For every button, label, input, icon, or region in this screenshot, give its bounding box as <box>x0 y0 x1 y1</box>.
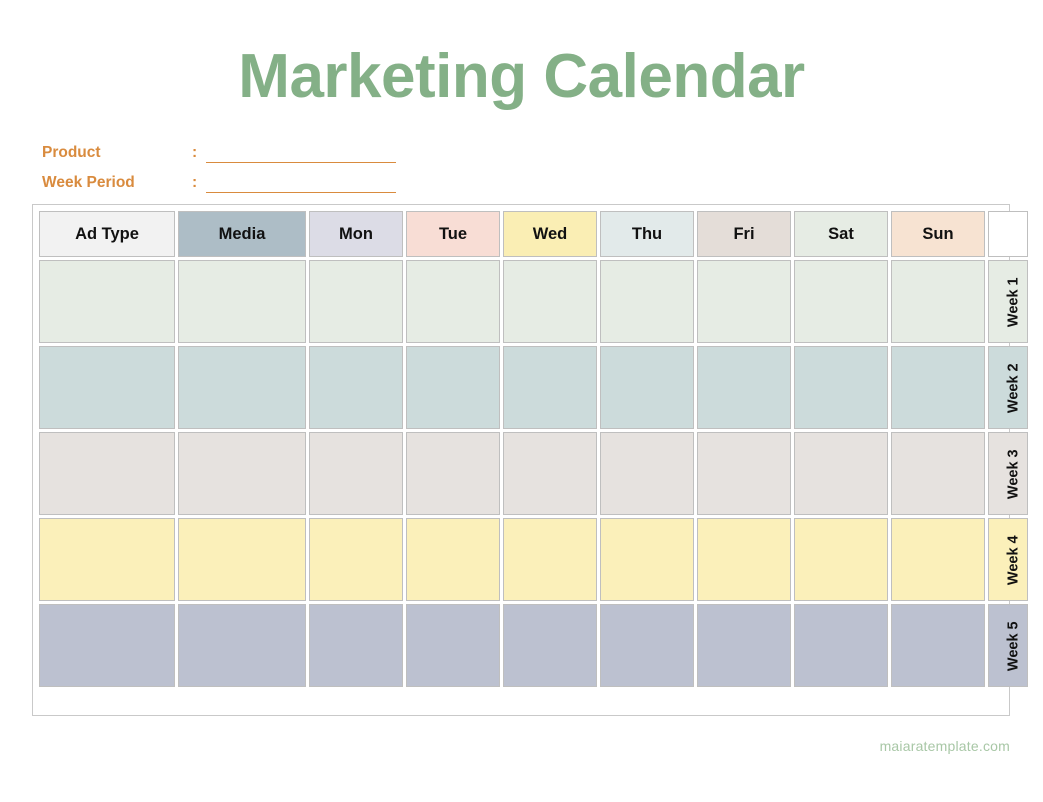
cell-r5-c2[interactable] <box>178 604 306 687</box>
cell-r4-c6[interactable] <box>600 518 694 601</box>
cell-r5-c7[interactable] <box>697 604 791 687</box>
cell-r3-c9[interactable] <box>891 432 985 515</box>
cell-r4-c8[interactable] <box>794 518 888 601</box>
week-label-cell-3: Week 3 <box>988 432 1028 515</box>
cell-r3-c5[interactable] <box>503 432 597 515</box>
week-label-text: Week 5 <box>1005 620 1022 671</box>
week-period-input[interactable] <box>206 173 396 193</box>
table-row: Week 3 <box>39 432 1028 515</box>
week-label-cell-2: Week 2 <box>988 346 1028 429</box>
header-cell-tue: Tue <box>406 211 500 257</box>
cell-r4-c5[interactable] <box>503 518 597 601</box>
cell-r5-c8[interactable] <box>794 604 888 687</box>
header-cell-mon: Mon <box>309 211 403 257</box>
header-cell-media: Media <box>178 211 306 257</box>
cell-r1-c7[interactable] <box>697 260 791 343</box>
week-label-cell-4: Week 4 <box>988 518 1028 601</box>
cell-r2-c3[interactable] <box>309 346 403 429</box>
product-label: Product <box>42 144 101 161</box>
cell-r5-c5[interactable] <box>503 604 597 687</box>
cell-r2-c9[interactable] <box>891 346 985 429</box>
cell-r3-c6[interactable] <box>600 432 694 515</box>
cell-r4-c7[interactable] <box>697 518 791 601</box>
header-cell-thu: Thu <box>600 211 694 257</box>
cell-r3-c8[interactable] <box>794 432 888 515</box>
cell-r4-c9[interactable] <box>891 518 985 601</box>
week-period-colon: : <box>192 174 198 191</box>
cell-r2-c6[interactable] <box>600 346 694 429</box>
cell-r3-c3[interactable] <box>309 432 403 515</box>
calendar-table: Ad Type Media Mon Tue Wed Thu Fri Sat Sun Week 1… <box>36 208 1031 690</box>
cell-r2-c4[interactable] <box>406 346 500 429</box>
cell-r3-c4[interactable] <box>406 432 500 515</box>
product-colon: : <box>192 144 198 161</box>
header-cell-corner <box>988 211 1028 257</box>
calendar-table-frame: Ad Type Media Mon Tue Wed Thu Fri Sat Sun Week 1… <box>32 204 1028 716</box>
week-period-label: Week Period <box>42 174 135 191</box>
calendar-body: Week 1 Week 2 Week 3 Week 4 Week 5 <box>39 260 1028 687</box>
week-label-text: Week 3 <box>1005 448 1022 499</box>
form-fields: Product : Week Period : <box>42 137 462 197</box>
calendar-header-row: Ad Type Media Mon Tue Wed Thu Fri Sat Sun <box>39 211 1028 257</box>
footer-watermark: maiaratemplate.com <box>879 738 1010 754</box>
header-cell-sat: Sat <box>794 211 888 257</box>
week-label-text: Week 1 <box>1005 276 1022 327</box>
cell-r1-c3[interactable] <box>309 260 403 343</box>
cell-r3-c1[interactable] <box>39 432 175 515</box>
week-label-cell-1: Week 1 <box>988 260 1028 343</box>
cell-r5-c6[interactable] <box>600 604 694 687</box>
cell-r4-c1[interactable] <box>39 518 175 601</box>
cell-r1-c5[interactable] <box>503 260 597 343</box>
cell-r3-c2[interactable] <box>178 432 306 515</box>
product-input[interactable] <box>206 143 396 163</box>
cell-r2-c1[interactable] <box>39 346 175 429</box>
cell-r2-c7[interactable] <box>697 346 791 429</box>
cell-r5-c3[interactable] <box>309 604 403 687</box>
header-cell-fri: Fri <box>697 211 791 257</box>
form-row-product: Product : <box>42 137 462 163</box>
week-label-cell-5: Week 5 <box>988 604 1028 687</box>
header-cell-sun: Sun <box>891 211 985 257</box>
table-row: Week 1 <box>39 260 1028 343</box>
cell-r1-c1[interactable] <box>39 260 175 343</box>
page-title: Marketing Calendar <box>238 42 805 111</box>
cell-r5-c1[interactable] <box>39 604 175 687</box>
cell-r2-c8[interactable] <box>794 346 888 429</box>
cell-r1-c8[interactable] <box>794 260 888 343</box>
cell-r1-c2[interactable] <box>178 260 306 343</box>
form-row-week-period: Week Period : <box>42 167 462 193</box>
cell-r2-c5[interactable] <box>503 346 597 429</box>
cell-r5-c4[interactable] <box>406 604 500 687</box>
header-cell-wed: Wed <box>503 211 597 257</box>
cell-r2-c2[interactable] <box>178 346 306 429</box>
week-label-text: Week 2 <box>1005 362 1022 413</box>
cell-r1-c4[interactable] <box>406 260 500 343</box>
table-row: Week 2 <box>39 346 1028 429</box>
table-row: Week 4 <box>39 518 1028 601</box>
cell-r3-c7[interactable] <box>697 432 791 515</box>
cell-r4-c3[interactable] <box>309 518 403 601</box>
cell-r1-c9[interactable] <box>891 260 985 343</box>
cell-r1-c6[interactable] <box>600 260 694 343</box>
table-row: Week 5 <box>39 604 1028 687</box>
header-cell-ad-type: Ad Type <box>39 211 175 257</box>
cell-r4-c2[interactable] <box>178 518 306 601</box>
cell-r4-c4[interactable] <box>406 518 500 601</box>
week-label-text: Week 4 <box>1005 534 1022 585</box>
cell-r5-c9[interactable] <box>891 604 985 687</box>
marketing-calendar-page: Marketing Calendar Product : Week Period… <box>0 0 1043 802</box>
